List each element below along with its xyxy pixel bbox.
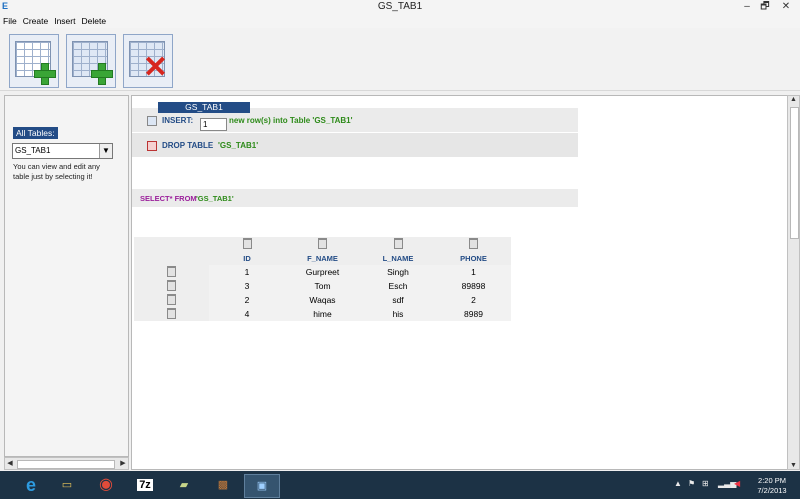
drop-icon <box>147 141 157 151</box>
table-select-value: GS_TAB1 <box>15 146 51 155</box>
insert-label: INSERT: <box>162 116 194 125</box>
trash-icon[interactable] <box>469 237 478 249</box>
column-header: L_NAME <box>360 251 436 265</box>
restore-button[interactable]: 🗗 <box>757 0 773 14</box>
network-icon[interactable]: ⊞ <box>702 479 709 488</box>
clock-time: 2:20 PM <box>758 476 786 485</box>
scroll-down-icon[interactable]: ▼ <box>788 462 799 469</box>
drop-table-name[interactable]: 'GS_TAB1' <box>218 141 258 150</box>
table-cell[interactable]: Tom <box>285 279 360 293</box>
add-rows-button[interactable] <box>66 34 116 88</box>
sidebar: All Tables: GS_TAB1 ▼ You can view and e… <box>4 95 129 457</box>
select-table: 'GS_TAB1' <box>196 194 234 203</box>
trash-icon[interactable] <box>242 237 252 249</box>
insert-suffix[interactable]: new row(s) into Table 'GS_TAB1' <box>229 116 353 125</box>
table-cell[interactable]: 2 <box>209 293 285 307</box>
trash-icon[interactable] <box>167 279 176 291</box>
sidebar-horizontal-scrollbar[interactable]: ◀ ▶ <box>4 457 129 470</box>
volume-icon[interactable]: ◀ <box>734 479 740 488</box>
scroll-left-icon[interactable]: ◀ <box>5 458 15 469</box>
menu-insert[interactable]: Insert <box>51 14 78 28</box>
column-delete-row <box>134 237 511 251</box>
app-icon[interactable]: ▩ <box>206 474 240 496</box>
table-cell[interactable]: his <box>360 307 436 321</box>
table-cell[interactable]: hime <box>285 307 360 321</box>
table-row: 1 Gurpreet Singh 1 <box>134 265 511 279</box>
delete-x-icon: ✕ <box>142 51 168 84</box>
create-table-button[interactable] <box>9 34 59 88</box>
select-band: SELECT* FROM 'GS_TAB1' <box>132 189 578 207</box>
menu-file[interactable]: File <box>0 14 20 28</box>
window-title: GS_TAB1 <box>377 1 423 12</box>
insert-icon <box>147 116 157 126</box>
scroll-thumb[interactable] <box>790 107 799 239</box>
trash-icon[interactable] <box>318 237 327 249</box>
flag-icon[interactable]: ⚑ <box>688 479 695 488</box>
trash-icon[interactable] <box>393 237 403 249</box>
trash-icon[interactable] <box>167 293 176 305</box>
menu-bar: File Create Insert Delete <box>0 14 800 28</box>
7zip-icon[interactable]: 7z <box>128 474 162 496</box>
minimize-button[interactable]: – <box>739 0 755 14</box>
show-hidden-icon[interactable]: ▲ <box>674 479 682 488</box>
taskbar: e ▭ ◉ 7z ▰ ▩ ▣ ▲ ⚑ ⊞ ▂▃▅ ◀ 2:20 PM 7/2/2… <box>0 471 800 499</box>
drop-label[interactable]: DROP TABLE <box>162 141 213 150</box>
table-cell[interactable]: Esch <box>360 279 436 293</box>
trash-icon[interactable] <box>167 307 176 319</box>
table-cell[interactable]: 1 <box>436 265 511 279</box>
menu-delete[interactable]: Delete <box>78 14 109 28</box>
table-header-row: ID F_NAME L_NAME PHONE <box>134 251 511 265</box>
main-vertical-scrollbar[interactable]: ▲ ▼ <box>787 95 800 470</box>
clock-date: 7/2/2013 <box>757 486 787 495</box>
table-cell[interactable]: 4 <box>209 307 285 321</box>
drop-table-button[interactable]: ✕ <box>123 34 173 88</box>
scroll-up-icon[interactable]: ▲ <box>788 96 799 103</box>
plus-icon <box>34 63 56 85</box>
table-cell[interactable]: 2 <box>436 293 511 307</box>
title-bar: E GS_TAB1 – 🗗 ✕ <box>0 0 800 14</box>
toolbar: ✕ <box>0 28 800 91</box>
trash-icon[interactable] <box>167 265 176 277</box>
folder-icon[interactable]: ▰ <box>167 474 201 496</box>
table-cell[interactable]: 89898 <box>436 279 511 293</box>
table-row: 4 hime his 8989 <box>134 307 511 321</box>
table-cell[interactable]: sdf <box>360 293 436 307</box>
main-panel: INSERT: 1 new row(s) into Table 'GS_TAB1… <box>131 95 789 470</box>
drop-band: DROP TABLE 'GS_TAB1' <box>132 133 578 157</box>
column-header: PHONE <box>436 251 511 265</box>
chevron-down-icon[interactable]: ▼ <box>99 144 112 158</box>
insert-row-count-input[interactable]: 1 <box>200 118 227 131</box>
table-select[interactable]: GS_TAB1 ▼ <box>12 143 113 159</box>
plus-icon <box>91 63 113 85</box>
table-cell[interactable]: 8989 <box>436 307 511 321</box>
table-cell[interactable]: Singh <box>360 265 436 279</box>
table-row: 3 Tom Esch 89898 <box>134 279 511 293</box>
sidebar-hint: You can view and edit any table just by … <box>13 162 100 181</box>
table-row: 2 Waqas sdf 2 <box>134 293 511 307</box>
close-button[interactable]: ✕ <box>778 0 794 14</box>
table-tab[interactable]: GS_TAB1 <box>158 102 250 113</box>
clock[interactable]: 2:20 PM 7/2/2013 <box>750 476 794 496</box>
ie-icon[interactable]: e <box>14 474 48 496</box>
menu-create[interactable]: Create <box>20 14 52 28</box>
all-tables-label: All Tables: <box>13 127 58 139</box>
table-cell[interactable]: Gurpreet <box>285 265 360 279</box>
chrome-icon[interactable]: ◉ <box>89 474 123 496</box>
select-prefix: SELECT* FROM <box>140 194 197 203</box>
table-cell[interactable]: 3 <box>209 279 285 293</box>
column-header: ID <box>209 251 285 265</box>
table-cell[interactable]: 1 <box>209 265 285 279</box>
data-table: ID F_NAME L_NAME PHONE 1 Gurpreet Singh … <box>134 237 511 321</box>
explorer-icon[interactable]: ▭ <box>50 474 84 496</box>
scroll-thumb[interactable] <box>17 460 115 469</box>
scroll-right-icon[interactable]: ▶ <box>118 458 128 469</box>
column-header: F_NAME <box>285 251 360 265</box>
table-cell[interactable]: Waqas <box>285 293 360 307</box>
java-app-icon[interactable]: ▣ <box>244 474 280 498</box>
